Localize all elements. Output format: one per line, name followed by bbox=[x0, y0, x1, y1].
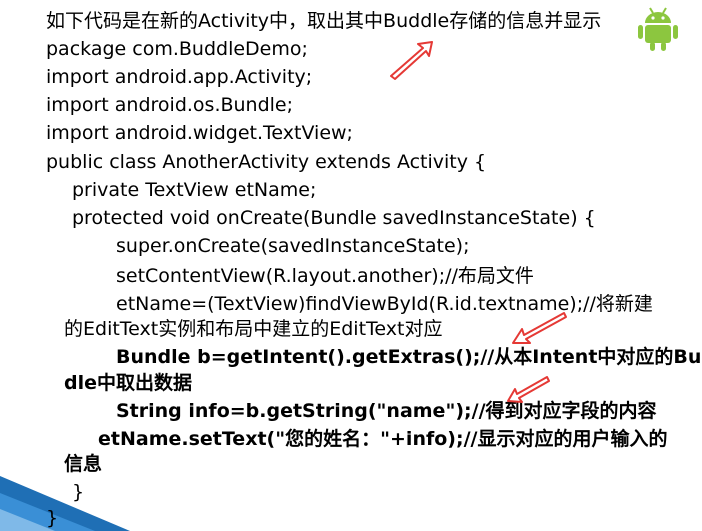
code-line: 的EditText实例和布局中建立的EditText对应 bbox=[64, 318, 443, 340]
code-line-bold: Bundle b=getIntent().getExtras();//从本Int… bbox=[116, 346, 702, 368]
code-line-bold: dle中取出数据 bbox=[64, 372, 192, 394]
slide-title: 如下代码是在新的Activity中，取出其中Buddle存储的信息并显示 bbox=[46, 10, 602, 32]
slide-corner-decoration bbox=[0, 476, 130, 531]
code-line: } bbox=[72, 481, 85, 503]
code-line: public class AnotherActivity extends Act… bbox=[46, 151, 487, 173]
code-line: private TextView etName; bbox=[72, 179, 317, 201]
red-arrow-icon bbox=[507, 376, 550, 403]
code-line: etName=(TextView)findViewById(R.id.textn… bbox=[116, 293, 653, 315]
code-line-bold: 信息 bbox=[64, 453, 103, 475]
code-line: setContentView(R.layout.another);//布局文件 bbox=[116, 265, 534, 287]
code-line: import android.os.Bundle; bbox=[46, 94, 294, 116]
code-line: import android.app.Activity; bbox=[46, 66, 313, 88]
code-line: } bbox=[46, 507, 59, 529]
red-arrow-icon bbox=[390, 41, 433, 80]
code-line: import android.widget.TextView; bbox=[46, 122, 353, 144]
code-line-bold: etName.setText("您的姓名："+info);//显示对应的用户输入… bbox=[98, 428, 668, 450]
slide: 如下代码是在新的Activity中，取出其中Buddle存储的信息并显示 pac… bbox=[0, 0, 702, 531]
code-line: package com.BuddleDemo; bbox=[46, 38, 308, 60]
code-line-bold: String info=b.getString("name");//得到对应字段… bbox=[116, 400, 657, 422]
code-line: super.onCreate(savedInstanceState); bbox=[116, 235, 470, 257]
code-line: protected void onCreate(Bundle savedInst… bbox=[72, 207, 596, 229]
red-arrow-icon bbox=[512, 312, 567, 344]
android-robot-icon bbox=[638, 7, 678, 51]
